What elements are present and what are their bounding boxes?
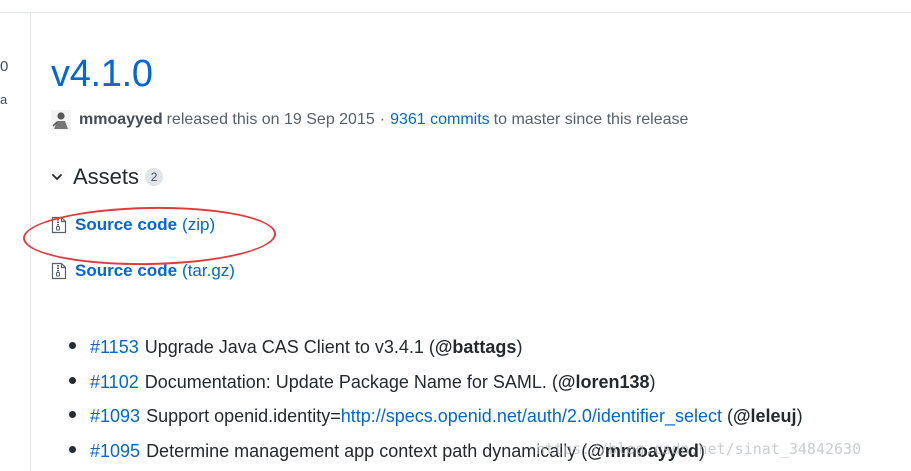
chevron-down-icon	[52, 174, 62, 180]
url-link[interactable]: http://specs.openid.net/auth/2.0/identif…	[341, 399, 722, 434]
bullet	[69, 376, 76, 384]
note-close: )	[796, 406, 803, 426]
pr-link[interactable]: #1153	[90, 330, 139, 365]
bullet	[69, 445, 76, 453]
released-text: released this on 19 Sep 2015	[166, 111, 375, 128]
note-text: Upgrade Java CAS Client to v3.4.1 (	[144, 337, 435, 357]
note-text: Determine management app context path dy…	[146, 440, 588, 461]
user-mention[interactable]: @mmoayyed	[587, 434, 699, 469]
assets-heading: Assets	[73, 164, 140, 189]
user-mention[interactable]: @leleuj	[733, 399, 797, 434]
note-close: )	[649, 371, 656, 392]
note-text: Documentation: Update Package Name for S…	[144, 371, 558, 392]
assets-toggle[interactable]: Assets 2	[51, 164, 911, 190]
file-zip-icon	[51, 216, 67, 234]
asset-source-zip[interactable]: Source code (zip)	[51, 212, 911, 238]
meta-separator: ·	[379, 111, 386, 128]
asset-ext: (tar.gz)	[182, 261, 235, 280]
asset-ext: (zip)	[182, 215, 216, 234]
list-item: #1153 Upgrade Java CAS Client to v3.4.1 …	[69, 330, 911, 365]
asset-name: Source code	[75, 261, 178, 280]
list-item: #1093 Support openid.identity= http://sp…	[69, 399, 911, 434]
release-title[interactable]: v4.1.0	[51, 50, 911, 98]
left-timeline-rail	[0, 13, 31, 471]
commits-suffix: to master since this release	[493, 111, 689, 128]
release-notes-list: #1153 Upgrade Java CAS Client to v3.4.1 …	[69, 330, 911, 468]
rail-text: 0	[0, 58, 9, 75]
pr-link[interactable]: #1102	[90, 365, 139, 400]
list-item: #1102 Documentation: Update Package Name…	[69, 365, 911, 400]
release-entry: v4.1.0 mmoayyed released this on 19 Sep …	[51, 50, 911, 468]
asset-source-targz[interactable]: Source code (tar.gz)	[51, 258, 911, 284]
list-item: #1095 Determine management app context p…	[69, 434, 911, 469]
author-link[interactable]: mmoayyed	[79, 111, 163, 129]
pr-link[interactable]: #1093	[90, 399, 140, 434]
rail-text: a	[0, 92, 8, 107]
asset-name: Source code	[75, 215, 178, 234]
note-close: )	[516, 337, 523, 357]
bullet	[69, 342, 76, 349]
author-avatar[interactable]	[51, 110, 71, 130]
top-divider	[0, 12, 911, 13]
user-mention[interactable]: @battags	[435, 330, 517, 365]
note-text: Support openid.identity=	[146, 406, 341, 426]
file-zip-icon	[51, 262, 67, 280]
bullet	[69, 411, 76, 418]
user-mention[interactable]: @loren138	[558, 365, 650, 400]
release-meta: mmoayyed released this on 19 Sep 2015 · …	[51, 110, 911, 130]
note-text: (	[721, 406, 733, 426]
pr-link[interactable]: #1095	[90, 434, 140, 469]
assets-count-badge: 2	[145, 168, 164, 186]
commits-link[interactable]: 9361 commits	[390, 111, 490, 129]
note-close: )	[698, 440, 705, 461]
